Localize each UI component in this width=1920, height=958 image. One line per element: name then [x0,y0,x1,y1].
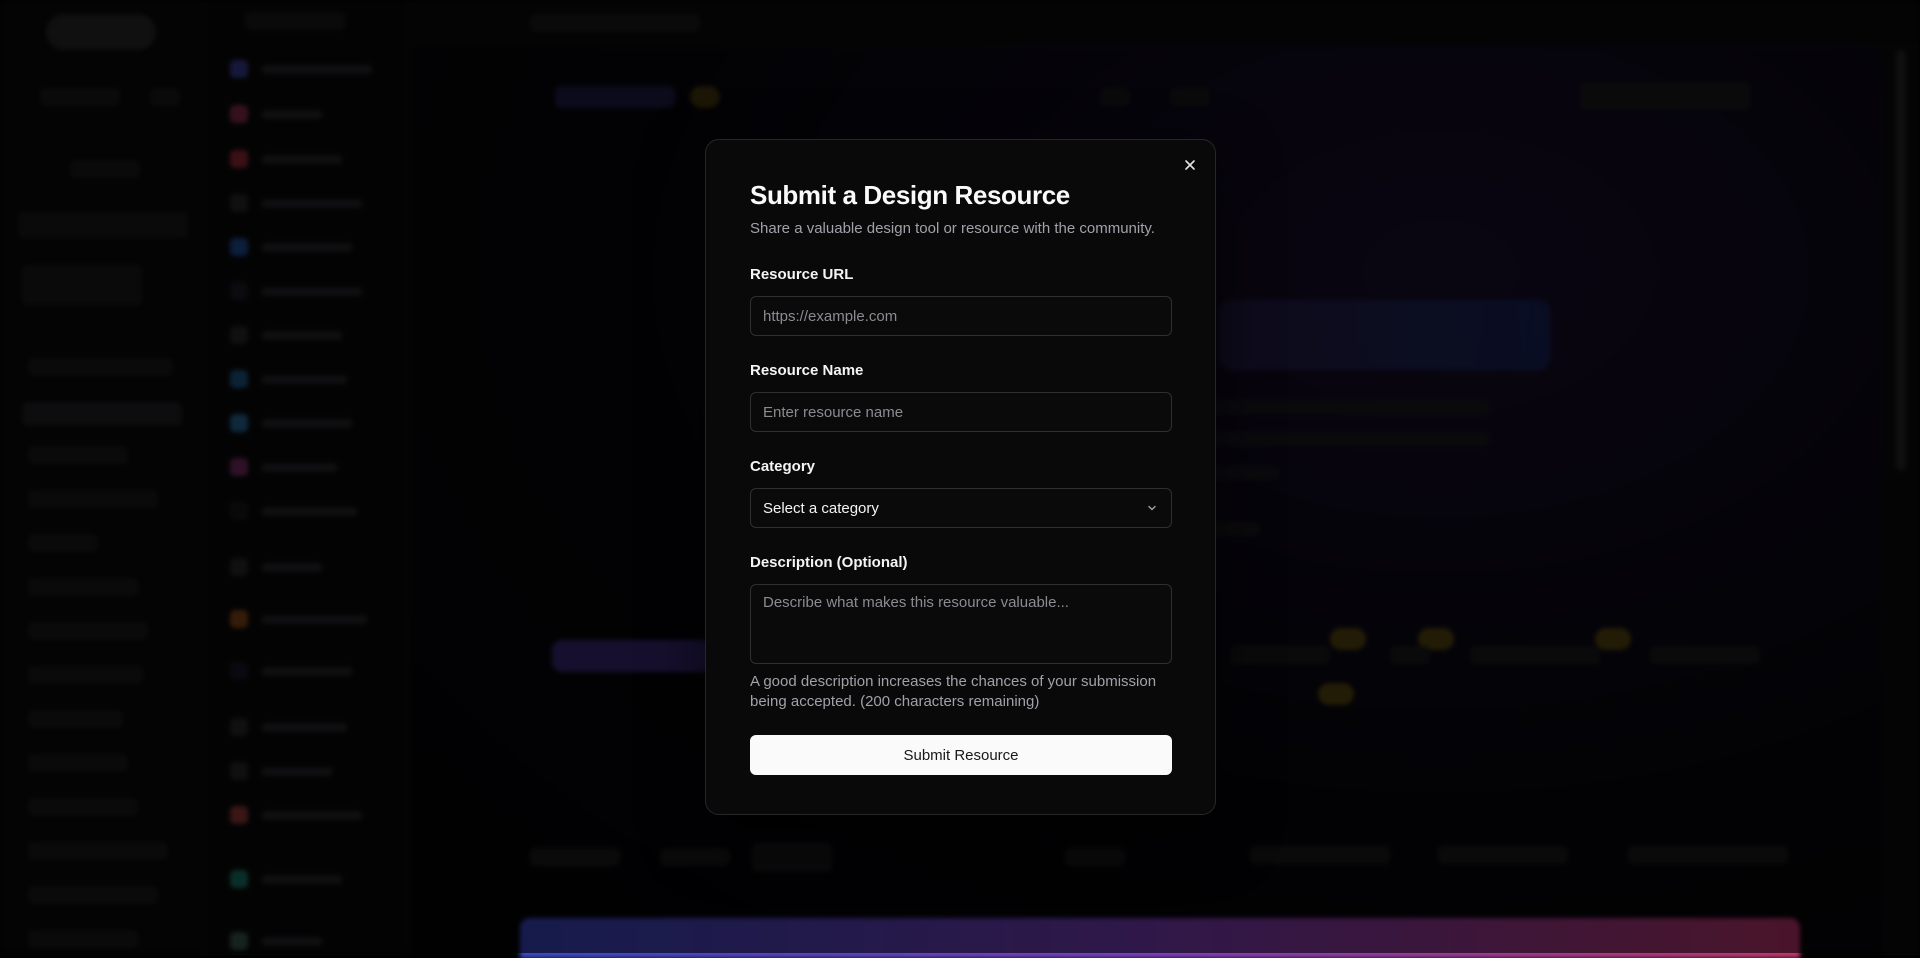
submit-resource-dialog: Submit a Design Resource Share a valuabl… [705,139,1216,815]
submit-resource-button[interactable]: Submit Resource [750,735,1172,775]
category-select[interactable]: Select a category [750,488,1172,528]
dialog-subtitle: Share a valuable design tool or resource… [750,220,1155,237]
description-label: Description (Optional) [750,554,908,571]
chevron-down-icon [1145,501,1159,515]
category-selected-value: Select a category [763,500,1145,517]
resource-url-input[interactable] [750,296,1172,336]
dialog-title: Submit a Design Resource [750,180,1070,211]
description-hint: A good description increases the chances… [750,672,1172,712]
resource-url-label: Resource URL [750,266,853,283]
close-icon [1184,159,1196,171]
description-textarea[interactable] [750,584,1172,664]
close-button[interactable] [1179,154,1201,176]
category-label: Category [750,458,815,475]
resource-name-input[interactable] [750,392,1172,432]
resource-name-label: Resource Name [750,362,863,379]
